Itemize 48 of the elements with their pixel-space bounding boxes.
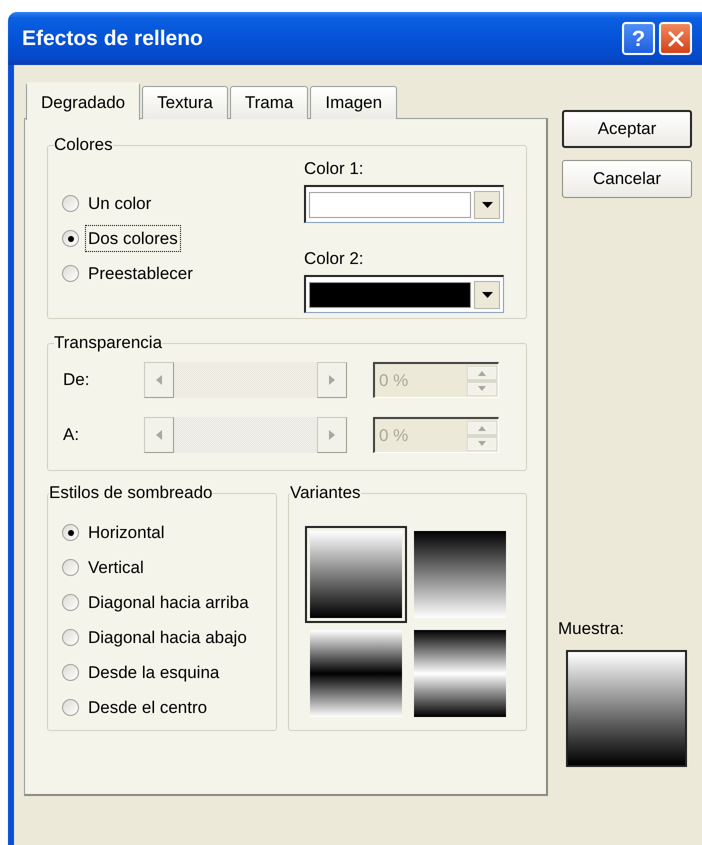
radio-label[interactable]: Diagonal hacia abajo <box>86 624 249 650</box>
spinner-value: 0 % <box>378 424 410 447</box>
tab[interactable]: Degradado <box>26 82 140 120</box>
radio-label[interactable]: Desde el centro <box>86 694 210 720</box>
radio-label[interactable]: Dos colores <box>86 226 180 252</box>
preview-label: Muestra: <box>558 618 626 640</box>
color-dropdown[interactable] <box>304 185 504 223</box>
window-title: Efectos de relleno <box>22 26 204 52</box>
radio-label[interactable]: Vertical <box>86 554 146 580</box>
radio-button[interactable] <box>62 559 79 576</box>
field-label: Color 1: <box>304 159 365 179</box>
dialog-button[interactable]: Aceptar <box>562 110 692 148</box>
radio-button[interactable] <box>62 265 79 282</box>
radio-button[interactable] <box>62 699 79 716</box>
group-title: Variantes <box>290 484 361 502</box>
color-dropdown[interactable] <box>304 275 504 313</box>
group-title: Transparencia <box>54 334 162 352</box>
close-button[interactable] <box>659 22 692 55</box>
radio-button[interactable] <box>62 629 79 646</box>
spin-arrows-icon <box>467 366 497 396</box>
tab[interactable]: Textura <box>142 86 228 119</box>
dialog-button[interactable]: Cancelar <box>562 160 692 198</box>
radio-button[interactable] <box>62 524 79 541</box>
radio-label[interactable]: Horizontal <box>86 520 167 546</box>
left-arrow-icon <box>156 430 162 440</box>
tab[interactable]: Imagen <box>310 86 398 119</box>
radio-button[interactable] <box>62 195 79 212</box>
gradient-variant[interactable] <box>305 526 407 623</box>
group-title: Colores <box>54 136 113 154</box>
group-title: Estilos de sombreado <box>49 484 212 502</box>
field-label: De: <box>63 369 90 392</box>
help-button[interactable]: ? <box>622 22 655 55</box>
close-icon <box>666 30 684 48</box>
radio-label[interactable]: Diagonal hacia arriba <box>86 590 251 616</box>
tab[interactable]: Trama <box>230 86 308 119</box>
right-arrow-icon <box>329 375 335 385</box>
field-label: A: <box>63 424 80 446</box>
radio-label[interactable]: Desde la esquina <box>86 660 222 686</box>
radio-label[interactable]: Preestablecer <box>86 260 195 286</box>
right-arrow-icon <box>329 430 335 440</box>
spinner-value: 0 % <box>378 370 410 392</box>
radio-button[interactable] <box>62 594 79 611</box>
radio-label[interactable]: Un color <box>86 190 154 216</box>
spin-arrows-icon <box>467 420 497 450</box>
radio-button[interactable] <box>62 230 79 247</box>
field-label: Color 2: <box>304 249 365 269</box>
left-arrow-icon <box>156 375 162 385</box>
radio-button[interactable] <box>62 664 79 681</box>
